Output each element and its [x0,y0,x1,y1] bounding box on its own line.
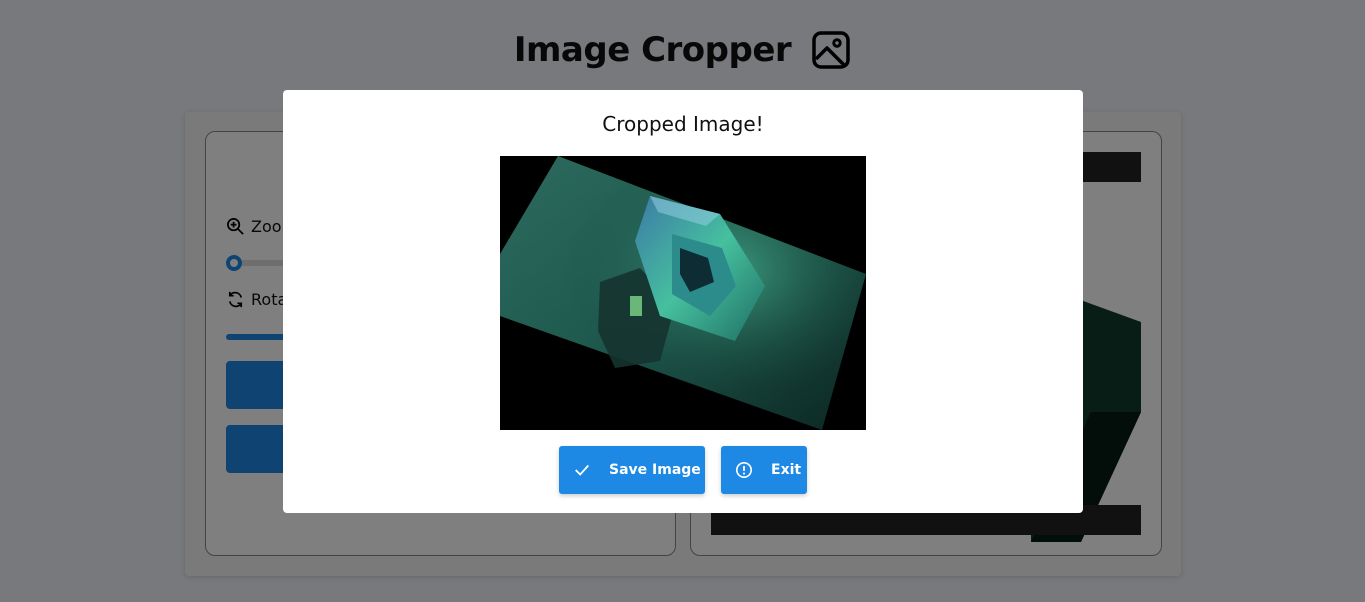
exit-label: Exit [771,462,802,478]
cropped-image-modal: Cropped Image! Save Image Exit [283,90,1083,513]
save-image-button[interactable]: Save Image [559,446,705,494]
modal-title: Cropped Image! [602,112,764,136]
exit-button[interactable]: Exit [721,446,807,494]
cropped-image [500,156,866,430]
check-icon [575,464,589,476]
save-image-label: Save Image [609,462,701,478]
alert-circle-icon [735,461,753,479]
